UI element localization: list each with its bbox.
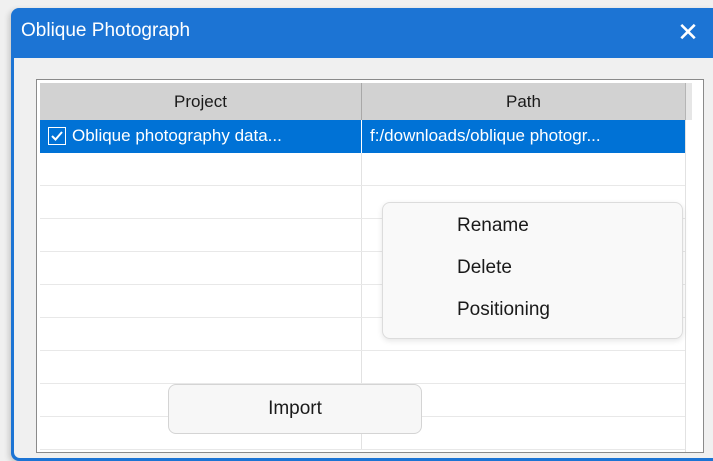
context-menu: Rename Delete Positioning — [382, 202, 683, 339]
import-button[interactable]: Import — [168, 384, 422, 434]
window-title: Oblique Photograph — [21, 20, 191, 41]
menu-item-positioning[interactable]: Positioning — [457, 299, 550, 321]
column-header-path[interactable]: Path — [362, 83, 685, 120]
table-row-empty — [40, 351, 685, 384]
project-name: Oblique photography data... — [72, 126, 282, 145]
table-row[interactable]: Oblique photography data... f:/downloads… — [40, 120, 685, 153]
oblique-photograph-dialog: Oblique Photograph ✕ Project Path Obliqu… — [11, 8, 713, 461]
menu-item-delete[interactable]: Delete — [457, 257, 512, 279]
close-icon[interactable]: ✕ — [673, 17, 703, 47]
title-bar[interactable]: Oblique Photograph ✕ — [11, 8, 713, 58]
project-cell: Oblique photography data... — [40, 120, 362, 153]
path-cell: f:/downloads/oblique photogr... — [370, 126, 601, 145]
column-header-project[interactable]: Project — [40, 83, 362, 120]
row-filler — [685, 120, 692, 452]
table-row-empty — [40, 153, 685, 186]
list-header: Project Path — [40, 83, 685, 120]
dialog-body: Project Path Oblique photography data...… — [14, 58, 713, 458]
menu-item-rename[interactable]: Rename — [457, 215, 529, 237]
header-filler — [685, 83, 692, 120]
row-checkbox[interactable] — [48, 127, 66, 145]
checkmark-icon — [51, 131, 63, 141]
